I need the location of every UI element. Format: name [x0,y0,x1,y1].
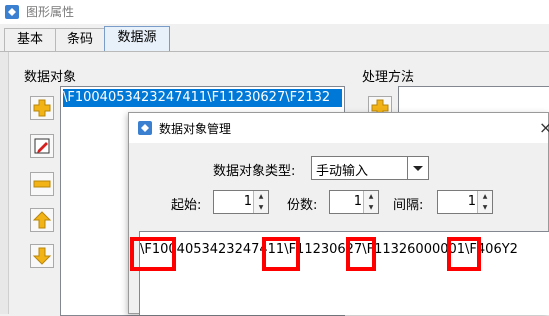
copies-value: 1 [353,194,362,209]
edit-icon [34,138,50,154]
dialog-title: 数据对象管理 [159,122,232,136]
window-title: 图形属性 [26,5,75,19]
start-label: 起始: [171,198,202,213]
tab-bar: 基本 条码 数据源 [0,26,549,52]
data-text-area[interactable]: \F1004053423247411\F11230627\F1132600000… [139,231,549,315]
interval-value: 1 [467,194,476,209]
edit-button[interactable] [30,134,54,158]
spin-down-icon[interactable]: ▼ [478,202,492,213]
add-button[interactable] [30,96,54,120]
highlight-box [346,237,376,271]
copies-stepper-buttons[interactable]: ▲ ▼ [363,191,378,213]
move-down-icon [32,247,52,265]
processing-group-label: 处理方法 [362,70,415,85]
spin-up-icon[interactable]: ▲ [254,191,268,202]
highlight-box [262,237,300,271]
spin-up-icon[interactable]: ▲ [364,191,378,202]
tab-basic[interactable]: 基本 [4,28,56,51]
move-down-button[interactable] [30,244,54,268]
remove-button[interactable] [30,172,54,196]
tab-barcode[interactable]: 条码 [55,28,105,51]
move-up-icon [32,211,52,229]
data-object-manager-dialog: 数据对象管理 × 数据对象类型: 手动输入 起始: 1 ▲ ▼ 份数: 1 ▲ … [128,112,549,315]
add-icon [33,99,51,117]
interval-label: 间隔: [393,198,424,213]
copies-label: 份数: [287,198,318,213]
left-panel-edge [0,52,9,314]
spin-down-icon[interactable]: ▼ [254,202,268,213]
app-icon [138,121,152,135]
interval-stepper[interactable]: 1 ▲ ▼ [437,190,493,214]
type-select[interactable]: 手动输入 [311,156,429,180]
interval-stepper-buttons[interactable]: ▲ ▼ [477,191,492,213]
remove-icon [33,180,51,188]
type-select-dropdown-button[interactable] [407,157,428,179]
type-label: 数据对象类型: [213,164,296,179]
type-select-value: 手动输入 [316,164,369,179]
start-value: 1 [243,194,252,209]
app-icon [5,5,19,19]
highlight-box [447,237,481,271]
data-object-list-item[interactable]: \F1004053423247411\F11230627\F2132 [63,89,342,107]
start-stepper[interactable]: 1 ▲ ▼ [213,190,269,214]
tab-divider [0,51,549,52]
data-object-group-label: 数据对象 [24,70,77,85]
move-up-button[interactable] [30,208,54,232]
spin-up-icon[interactable]: ▲ [478,191,492,202]
close-icon[interactable]: × [539,118,549,137]
tab-datasource[interactable]: 数据源 [104,26,170,52]
copies-stepper[interactable]: 1 ▲ ▼ [329,190,379,214]
start-stepper-buttons[interactable]: ▲ ▼ [253,191,268,213]
window-title-bar: 图形属性 [0,0,549,24]
dropdown-arrow-icon [413,166,423,171]
spin-down-icon[interactable]: ▼ [364,202,378,213]
dialog-title-bar: 数据对象管理 × [129,113,549,143]
highlight-box [130,237,176,271]
